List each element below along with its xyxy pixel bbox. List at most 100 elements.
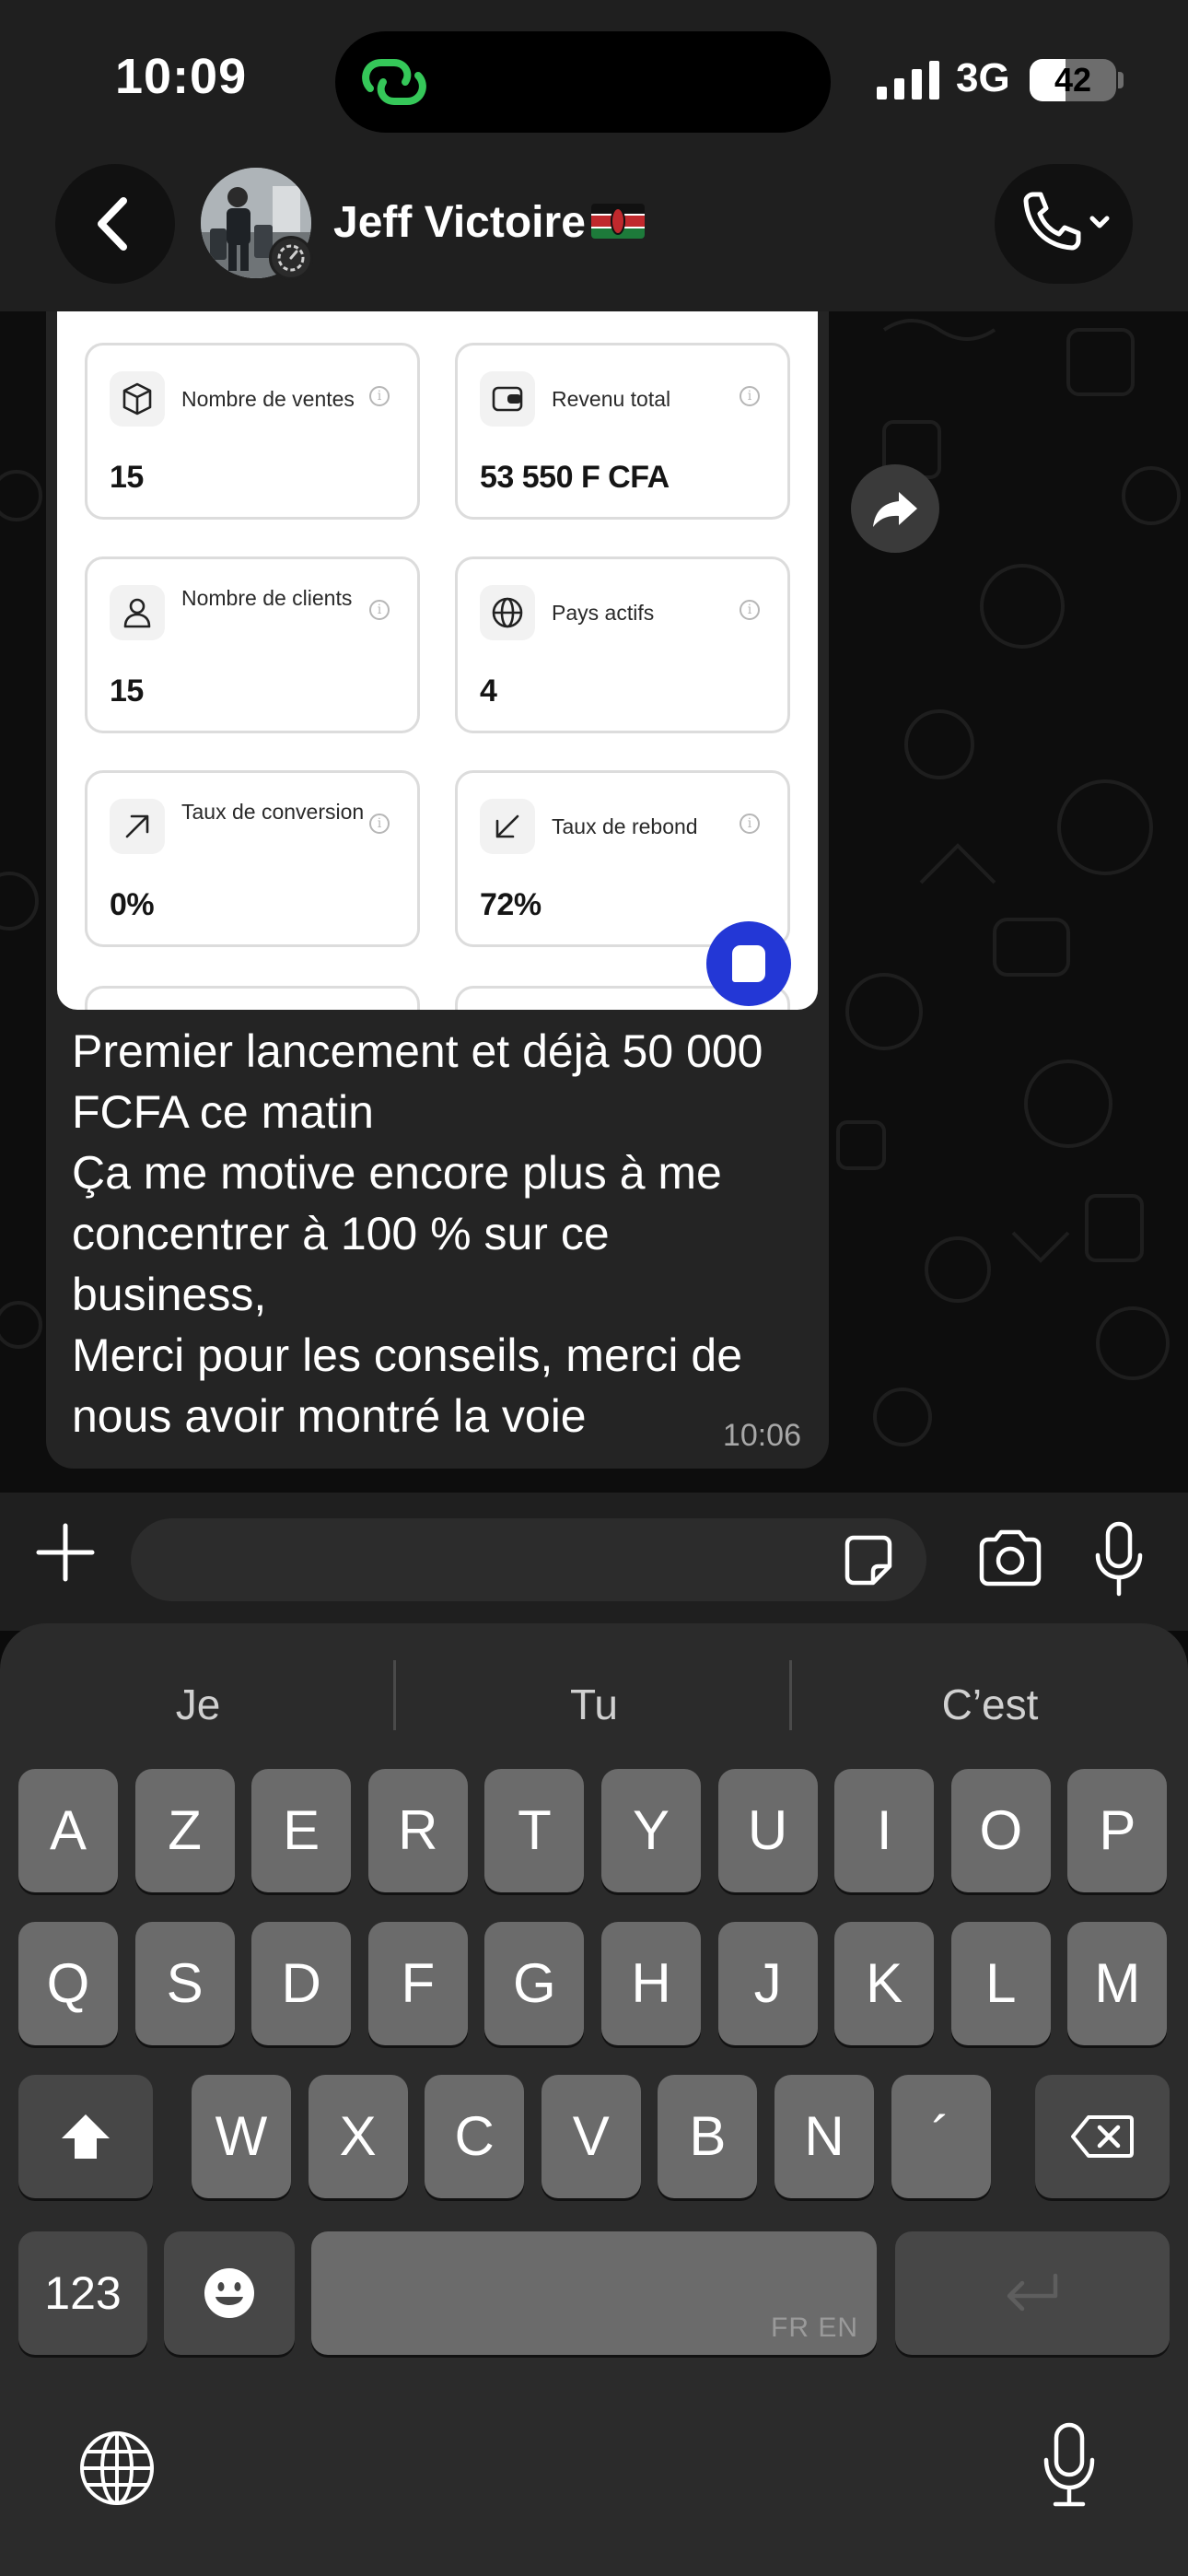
- key-o[interactable]: O: [950, 1769, 1051, 1892]
- message-line: Merci pour les conseils, merci de: [72, 1329, 743, 1381]
- info-icon: i: [740, 386, 760, 406]
- stat-label: Nombre de clients: [181, 586, 353, 610]
- key-b[interactable]: B: [658, 2075, 758, 2198]
- suggestion-3[interactable]: C’est: [806, 1668, 1174, 1741]
- image-attachment[interactable]: Nombre de ventes i 15 Revenu total i 53 550 F…: [57, 311, 818, 1010]
- key-v[interactable]: V: [541, 2075, 641, 2198]
- key-i[interactable]: I: [834, 1769, 935, 1892]
- key-y[interactable]: Y: [601, 1769, 701, 1892]
- key-a[interactable]: A: [18, 1769, 118, 1892]
- linked-rings-icon: [362, 59, 426, 105]
- composer-bar: [0, 1493, 1188, 1631]
- space-key[interactable]: FR EN: [311, 2231, 877, 2355]
- keyboard: Je Tu C’est AZERTYUIOP QSDFGHJKLM WXCVBN…: [0, 1623, 1188, 2576]
- message-line: Ça me motive encore plus à me: [72, 1147, 722, 1199]
- info-icon: i: [740, 814, 760, 834]
- key-e[interactable]: E: [251, 1769, 352, 1892]
- stat-label: Taux de rebond: [552, 814, 698, 838]
- stat-value: 53 550 F CFA: [480, 460, 670, 495]
- emoji-key[interactable]: [164, 2231, 295, 2355]
- info-icon: i: [369, 814, 390, 834]
- key-w[interactable]: W: [192, 2075, 291, 2198]
- microphone-icon[interactable]: [1090, 1520, 1147, 1598]
- key-f[interactable]: F: [367, 1922, 468, 2045]
- arrow-down-left-icon: [480, 799, 535, 854]
- emoji-icon: [204, 2268, 254, 2318]
- message-time: 10:06: [722, 1418, 801, 1453]
- contact-name[interactable]: Jeff Victoire: [333, 197, 586, 248]
- key-m[interactable]: M: [1067, 1922, 1168, 2045]
- language-hint: FR EN: [771, 2313, 858, 2343]
- key-s[interactable]: S: [134, 1922, 235, 2045]
- key-g[interactable]: G: [484, 1922, 585, 2045]
- info-icon: i: [369, 386, 390, 406]
- chat-header: 10:09 3G 42 Jeff Victoire: [0, 0, 1188, 311]
- key-r[interactable]: R: [367, 1769, 468, 1892]
- plus-icon[interactable]: [33, 1520, 98, 1585]
- stat-value: 15: [110, 460, 144, 495]
- stat-value: 0%: [110, 887, 155, 922]
- dynamic-island: [335, 31, 831, 133]
- stat-card: Revenu total i 53 550 F CFA: [455, 343, 790, 520]
- back-button[interactable]: [55, 164, 175, 284]
- message-line: business,: [72, 1269, 267, 1320]
- key-z[interactable]: Z: [134, 1769, 235, 1892]
- delete-backward-icon: [1071, 2115, 1134, 2158]
- numbers-key[interactable]: 123: [18, 2231, 147, 2355]
- shift-arrow-icon: [62, 2114, 110, 2159]
- sticker-icon[interactable]: [838, 1531, 899, 1588]
- key-n[interactable]: N: [775, 2075, 874, 2198]
- key-d[interactable]: D: [251, 1922, 352, 2045]
- battery-tip: [1118, 72, 1124, 88]
- message-input[interactable]: [131, 1518, 926, 1601]
- signal-icon: [877, 61, 939, 100]
- key-p[interactable]: P: [1067, 1769, 1168, 1892]
- suggestion-2[interactable]: Tu: [410, 1668, 778, 1741]
- key-u[interactable]: U: [717, 1769, 818, 1892]
- key-q[interactable]: Q: [18, 1922, 118, 2045]
- return-arrow-icon: [1007, 2273, 1058, 2312]
- info-icon: i: [369, 600, 390, 620]
- key-l[interactable]: L: [950, 1922, 1051, 2045]
- backspace-key[interactable]: [1035, 2075, 1170, 2198]
- forward-button[interactable]: [851, 464, 939, 553]
- wallet-icon: [480, 371, 535, 427]
- network-type: 3G: [956, 55, 1010, 100]
- dictation-mic-icon[interactable]: [1041, 2421, 1098, 2510]
- camera-icon[interactable]: [974, 1526, 1046, 1590]
- message-line: Premier lancement et déjà 50 000: [72, 1025, 763, 1077]
- info-icon: i: [740, 600, 760, 620]
- chat-area[interactable]: Nombre de ventes i 15 Revenu total i 53 550 F…: [0, 311, 1188, 1493]
- key-c[interactable]: C: [425, 2075, 525, 2198]
- suggestion-divider: [789, 1660, 792, 1730]
- key-´[interactable]: ´: [891, 2075, 991, 2198]
- globe-icon[interactable]: [76, 2427, 158, 2510]
- battery-icon: 42: [1030, 59, 1116, 101]
- battery-level: 42: [1054, 61, 1092, 99]
- return-key[interactable]: [895, 2231, 1170, 2355]
- call-button[interactable]: [995, 164, 1133, 284]
- stat-value: 15: [110, 673, 144, 708]
- message-bubble[interactable]: Nombre de ventes i 15 Revenu total i 53 550 F…: [46, 311, 829, 1469]
- key-k[interactable]: K: [834, 1922, 935, 2045]
- stat-label: Revenu total: [552, 387, 671, 411]
- stat-card: Taux de conversion i 0%: [85, 770, 420, 947]
- key-x[interactable]: X: [308, 2075, 408, 2198]
- user-icon: [110, 585, 165, 640]
- stat-card: Pays actifs i 4: [455, 556, 790, 733]
- stat-value: 72%: [480, 887, 542, 922]
- key-t[interactable]: T: [484, 1769, 585, 1892]
- chat-widget-button: [706, 921, 791, 1006]
- disappearing-timer-icon: [269, 236, 313, 280]
- phone-icon: [1023, 192, 1110, 251]
- message-line: concentrer à 100 % sur ce: [72, 1208, 610, 1259]
- suggestion-1[interactable]: Je: [14, 1668, 382, 1741]
- status-time: 10:09: [115, 49, 248, 104]
- suggestion-divider: [393, 1660, 396, 1730]
- message-text: Premier lancement et déjà 50 000 FCFA ce …: [72, 1021, 809, 1446]
- shift-key[interactable]: [18, 2075, 153, 2198]
- key-j[interactable]: J: [717, 1922, 818, 2045]
- key-h[interactable]: H: [601, 1922, 701, 2045]
- stat-label: Nombre de ventes: [181, 387, 355, 411]
- stat-label: Pays actifs: [552, 601, 655, 625]
